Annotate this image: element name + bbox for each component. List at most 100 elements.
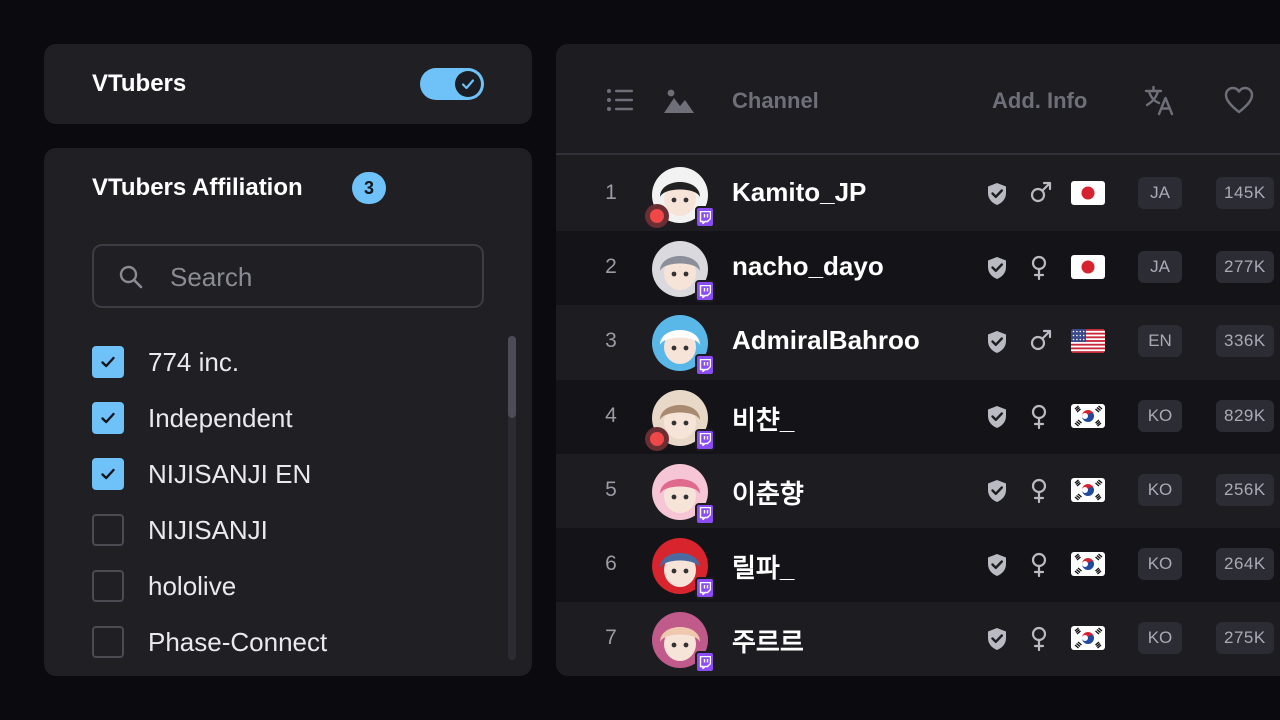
add-info-header[interactable]: Add. Info [992,88,1087,114]
rank-number: 4 [605,403,617,427]
female-icon [1031,256,1047,281]
language-badge: KO [1138,473,1182,506]
followers-count: 275K [1216,622,1274,655]
table-row[interactable]: 2 nacho_dayo JA 277K [556,231,1280,306]
language-badge: KO [1138,622,1182,655]
flag-kr-icon [1071,626,1105,651]
twitch-icon [695,577,715,599]
twitch-icon [695,280,715,303]
affiliation-option[interactable]: Phase-Connect [92,614,472,670]
check-icon [101,412,115,424]
checkbox[interactable] [92,458,124,490]
translate-icon[interactable] [1144,84,1176,116]
search-input[interactable] [170,260,460,294]
female-icon [1031,627,1047,652]
affiliation-option-label: NIJISANJI [148,514,268,545]
image-icon[interactable] [664,87,694,113]
vtubers-toggle-switch[interactable] [420,68,484,100]
flag-kr-icon [1071,477,1105,502]
table-row[interactable]: 7 주르르 KO 275K [556,602,1280,676]
live-indicator [645,204,669,228]
followers-count: 277K [1216,251,1274,284]
female-icon [1031,478,1047,503]
flag-kr-icon [1071,403,1105,428]
scrollbar[interactable] [508,336,516,660]
channel-name[interactable]: AdmiralBahroo [732,325,920,356]
flag-jp-icon [1071,255,1105,280]
language-badge: JA [1138,177,1182,209]
male-icon [1030,181,1052,203]
affiliation-option[interactable]: 774 inc. [92,334,472,390]
table-row[interactable]: 1 Kamito_JP JA 145K [556,157,1280,231]
language-badge: EN [1138,325,1182,358]
table-row[interactable]: 3 AdmiralBahroo EN 336K [556,305,1280,379]
verified-shield-icon [988,628,1006,651]
verified-shield-icon [988,183,1006,205]
channel-name[interactable]: 릴파_ [732,548,794,585]
checkbox[interactable] [92,346,124,378]
heart-icon[interactable] [1224,86,1254,114]
verified-shield-icon [988,479,1006,502]
twitch-icon [695,651,715,674]
scrollbar-thumb[interactable] [508,336,516,418]
twitch-icon [695,206,715,228]
followers-count: 145K [1216,177,1274,209]
channel-name[interactable]: nacho_dayo [732,251,884,282]
affiliation-option-label: hololive [148,570,237,601]
rank-number: 7 [605,626,617,650]
check-icon [101,468,115,480]
followers-count: 336K [1216,325,1274,358]
table-row[interactable]: 5 이춘향 KO 256K [556,454,1280,528]
rank-number: 3 [605,329,617,353]
checkbox[interactable] [92,514,124,546]
checkbox[interactable] [92,402,124,434]
channel-header[interactable]: Channel [732,88,819,114]
verified-shield-icon [988,554,1006,576]
language-badge: KO [1138,548,1182,580]
rank-number: 2 [605,255,617,279]
language-badge: JA [1138,251,1182,284]
twitch-icon [695,428,715,451]
table-row[interactable]: 4 비챤_ KO 829K [556,379,1280,454]
affiliation-option-label: Phase-Connect [148,626,328,657]
verified-shield-icon [988,405,1006,428]
flag-jp-icon [1071,181,1105,205]
search-icon [119,265,143,289]
affiliation-option[interactable]: NIJISANJI EN [92,446,472,502]
male-icon [1030,330,1052,351]
rank-number: 6 [605,552,617,575]
flag-us-icon [1071,329,1105,354]
rank-number: 1 [605,181,617,204]
rank-number: 5 [605,477,617,501]
female-icon [1031,404,1047,429]
checkbox[interactable] [92,570,124,602]
affiliation-option[interactable]: hololive [92,558,472,614]
vtubers-toggle-label: VTubers [92,70,187,97]
language-badge: KO [1138,399,1182,432]
verified-shield-icon [988,331,1006,354]
list-icon[interactable] [606,86,634,114]
flag-kr-icon [1071,552,1105,576]
affiliation-option-label: Independent [148,402,293,433]
followers-count: 256K [1216,473,1274,506]
vtubers-toggle-card: VTubers [44,44,532,124]
table-row[interactable]: 6 릴파_ KO 264K [556,528,1280,602]
table-header: Channel Add. Info [556,44,1280,155]
channel-table: Channel Add. Info 1 Kamito_JP JA 145K 2 nacho… [556,44,1280,676]
affiliation-option-label: 774 inc. [148,346,240,377]
followers-count: 829K [1216,399,1274,432]
affiliation-option[interactable]: NIJISANJI [92,502,472,558]
affiliation-search [92,244,484,308]
channel-name[interactable]: Kamito_JP [732,177,866,208]
channel-name[interactable]: 주르르 [732,622,804,659]
female-icon [1031,552,1047,578]
affiliation-option[interactable]: Independent [92,390,472,446]
selected-count-badge: 3 [352,172,386,204]
verified-shield-icon [988,257,1006,280]
check-icon [455,71,481,97]
checkbox[interactable] [92,626,124,658]
twitch-icon [695,354,715,377]
channel-name[interactable]: 이춘향 [732,474,804,511]
channel-name[interactable]: 비챤_ [732,400,794,437]
followers-count: 264K [1216,548,1274,580]
